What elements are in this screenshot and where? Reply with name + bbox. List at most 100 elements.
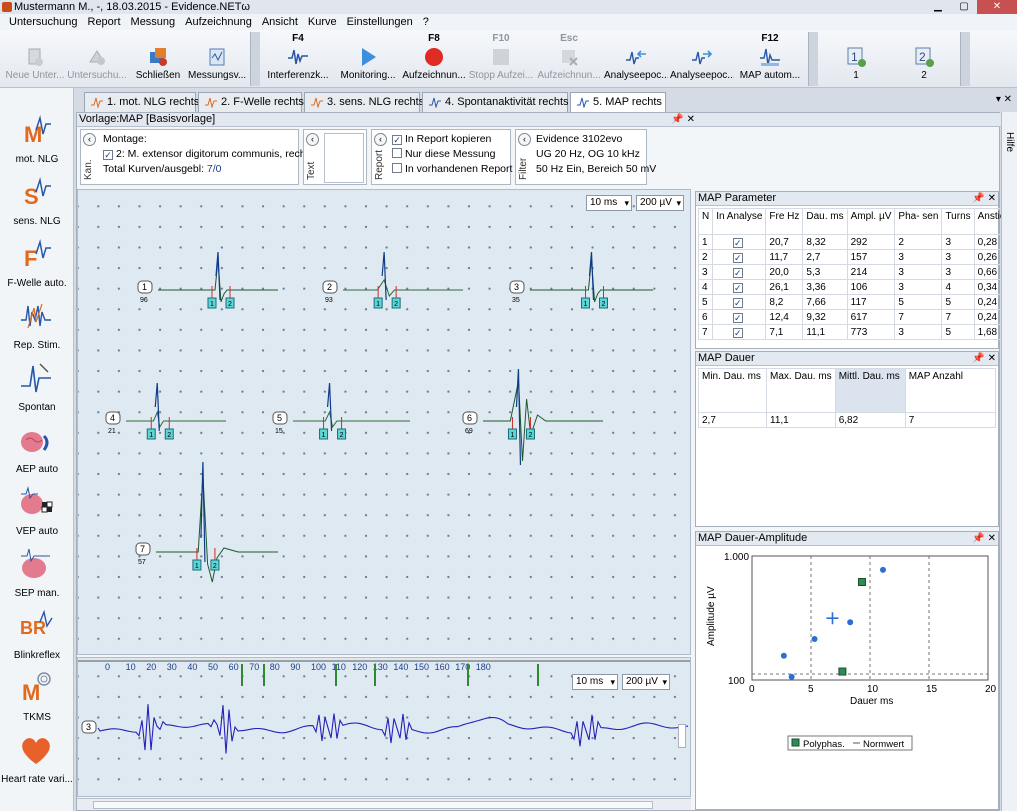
menu-report[interactable]: Report [83, 16, 126, 28]
sidebar-item-tkms[interactable]: M TKMS [0, 668, 74, 728]
map-trace-1[interactable]: 1 96 1 2 [137, 251, 278, 309]
sidebar-item-spontan[interactable]: Spontan [0, 358, 74, 418]
sidebar-item-vep[interactable]: VEP auto [0, 482, 74, 542]
new-exam-button[interactable]: Neue Unter... [4, 34, 66, 86]
polyphasic-point[interactable] [838, 667, 847, 676]
map-trace-area[interactable]: 10 ms 200 µV 196122931233512421125151266… [77, 189, 691, 655]
map-trace-3[interactable]: 3 35 1 2 [509, 251, 653, 309]
menu-aufzeichnung[interactable]: Aufzeichnung [180, 16, 257, 28]
report-copy-checkbox[interactable]: ✓ [392, 135, 402, 145]
in-analyse-checkbox[interactable]: ✓ [732, 237, 743, 248]
menu-help[interactable]: ? [418, 16, 434, 28]
table-row[interactable]: 1 ✓ 20,7 8,32 292 2 3 0,28 [697, 234, 1017, 250]
map-trace-4[interactable]: 4 21 1 2 [105, 382, 226, 440]
analysis-prev-button[interactable]: Analyseepoc... [604, 34, 668, 86]
map-point[interactable] [788, 673, 795, 680]
tab-mot-nlg[interactable]: 1. mot. NLG rechts [84, 92, 199, 112]
montage-row[interactable]: ✓ 2: M. extensor digitorum communis, rech… [103, 147, 314, 162]
map-trace-5[interactable]: 5 15 1 2 [272, 382, 410, 440]
table-row[interactable]: 6 ✓ 12,4 9,32 617 7 7 0,24 [697, 309, 1017, 325]
tab-sens-nlg[interactable]: 3. sens. NLG rechts [304, 92, 424, 112]
window-close-button[interactable]: ✕ [977, 0, 1017, 14]
stop-record-button[interactable]: F10 Stopp Aufzei... [468, 34, 534, 86]
in-analyse-checkbox[interactable]: ✓ [732, 267, 743, 278]
cancel-record-button[interactable]: Esc Aufzeichnun... [536, 34, 602, 86]
polyphasic-point[interactable] [857, 578, 866, 587]
table-row[interactable]: 7 ✓ 7,1 11,1 773 3 5 1,68 [697, 324, 1017, 340]
sidebar-item-sens-nlg[interactable]: S sens. NLG [0, 172, 74, 232]
interference-button[interactable]: F4 Interferenzk... [266, 34, 330, 86]
lower-amplitude-scale-select[interactable]: 200 µV [622, 674, 670, 690]
table-row[interactable]: 4 ✓ 26,1 3,36 106 3 4 0,34 [697, 279, 1017, 295]
montage-checkbox[interactable]: ✓ [103, 150, 113, 160]
report-option-only-this[interactable]: Nur diese Messung [392, 147, 512, 162]
raw-trace-area[interactable]: 0 10 20 30 40 50 60 70 80 90 100 110 120 130 140 150 160… [77, 657, 691, 797]
table-row[interactable]: 3 ✓ 20,0 5,3 214 3 3 0,66 [697, 264, 1017, 280]
collapse-arrow-icon[interactable]: ‹ [374, 133, 387, 146]
collapse-arrow-icon[interactable]: ‹ [83, 133, 96, 146]
report-existing-checkbox[interactable] [392, 163, 402, 173]
panel-pin-close[interactable]: 📌 ✕ [972, 192, 996, 205]
record-button[interactable]: F8 Aufzeichnun... [402, 34, 466, 86]
collapse-arrow-icon[interactable]: ‹ [306, 133, 319, 146]
table-row[interactable]: 2,7 11,1 6,82 7 [698, 412, 997, 428]
monitoring-button[interactable]: Monitoring... [336, 34, 400, 86]
tab-overflow-button[interactable]: ▾ ✕ [996, 94, 1012, 105]
analysis-next-button[interactable]: Analyseepoc... [670, 34, 734, 86]
vertical-scroll-thumb[interactable] [678, 724, 686, 748]
maximize-button[interactable]: ▢ [951, 0, 977, 14]
map-trace-6[interactable]: 6 69 1 2 [462, 368, 603, 466]
sidebar-item-f-welle[interactable]: F F-Welle auto. [0, 234, 74, 294]
patient-2-button[interactable]: 2 2 [900, 34, 948, 86]
sidebar-item-aep[interactable]: AEP auto [0, 420, 74, 480]
menu-untersuchung[interactable]: Untersuchung [4, 16, 83, 28]
menu-ansicht[interactable]: Ansicht [257, 16, 303, 28]
menu-kurve[interactable]: Kurve [303, 16, 342, 28]
lower-time-scale-select[interactable]: 10 ms [572, 674, 618, 690]
exam-button[interactable]: Untersuchu... [66, 34, 128, 86]
map-trace-7[interactable]: 7 57 1 2 [135, 461, 278, 583]
in-analyse-checkbox[interactable]: ✓ [732, 327, 743, 338]
map-point[interactable] [811, 636, 818, 643]
marker-label: 1 [322, 432, 326, 439]
patient-1-button[interactable]: 1 1 [832, 34, 880, 86]
param-cell-checkbox: ✓ [712, 324, 767, 340]
map-traces-canvas[interactable]: 1 96 1 2 2 93 1 2 3 35 1 2 4 21 1 2 5 15 1 2 6 69 1 2 7 57 1 2 [78, 190, 690, 654]
report-option-existing[interactable]: In vorhandenen Report [392, 162, 512, 177]
map-trace-2[interactable]: 2 93 1 2 [322, 251, 463, 309]
collapse-arrow-icon[interactable]: ‹ [518, 133, 531, 146]
minimize-button[interactable]: ▁ [925, 0, 951, 14]
table-row[interactable]: 5 ✓ 8,2 7,66 117 5 5 0,24 [697, 294, 1017, 310]
close-exam-button[interactable]: Schließen [130, 34, 186, 86]
in-analyse-checkbox[interactable]: ✓ [732, 297, 743, 308]
table-row[interactable]: 2 ✓ 11,7 2,7 157 3 3 0,26 [697, 249, 1017, 265]
tab-spontanaktivitaet[interactable]: 4. Spontanaktivität rechts [422, 92, 569, 112]
menu-einstellungen[interactable]: Einstellungen [342, 16, 418, 28]
template-pin-close[interactable]: 📌 ✕ [671, 113, 695, 126]
in-analyse-checkbox[interactable]: ✓ [732, 282, 743, 293]
measurement-button[interactable]: Messungsv... [188, 34, 246, 86]
menu-messung[interactable]: Messung [126, 16, 181, 28]
map-point[interactable] [780, 652, 787, 659]
dauer-amplitude-chart[interactable]: 0 5 10 15 20 1.000 100 Dauer ms Amplitude µV Poly… [696, 546, 998, 808]
map-auto-button[interactable]: F12 MAP autom... [738, 34, 802, 86]
help-side-tab[interactable]: Hilfe [1001, 112, 1017, 811]
report-only-this-checkbox[interactable] [392, 148, 402, 158]
panel-pin-close[interactable]: 📌 ✕ [972, 352, 996, 365]
sidebar-item-heart-rate[interactable]: Heart rate vari... [0, 730, 74, 790]
map-point[interactable] [879, 566, 886, 573]
horizontal-scroll-thumb[interactable] [93, 801, 653, 809]
in-analyse-checkbox[interactable]: ✓ [732, 312, 743, 323]
tab-map-rechts[interactable]: 5. MAP rechts [570, 92, 666, 113]
sidebar-item-blinkreflex[interactable]: BR Blinkreflex [0, 606, 74, 666]
panel-pin-close[interactable]: 📌 ✕ [972, 532, 996, 545]
text-box[interactable] [324, 133, 364, 183]
sidebar-item-rep-stim[interactable]: Rep. Stim. [0, 296, 74, 356]
in-analyse-checkbox[interactable]: ✓ [732, 252, 743, 263]
horizontal-scrollbar[interactable] [77, 798, 691, 810]
sidebar-item-mot-nlg[interactable]: M mot. NLG [0, 110, 74, 170]
map-point[interactable] [847, 619, 854, 626]
report-option-copy[interactable]: ✓ In Report kopieren [392, 132, 512, 147]
tab-f-welle[interactable]: 2. F-Welle rechts [198, 92, 304, 112]
sidebar-item-sep[interactable]: SEP man. [0, 544, 74, 604]
